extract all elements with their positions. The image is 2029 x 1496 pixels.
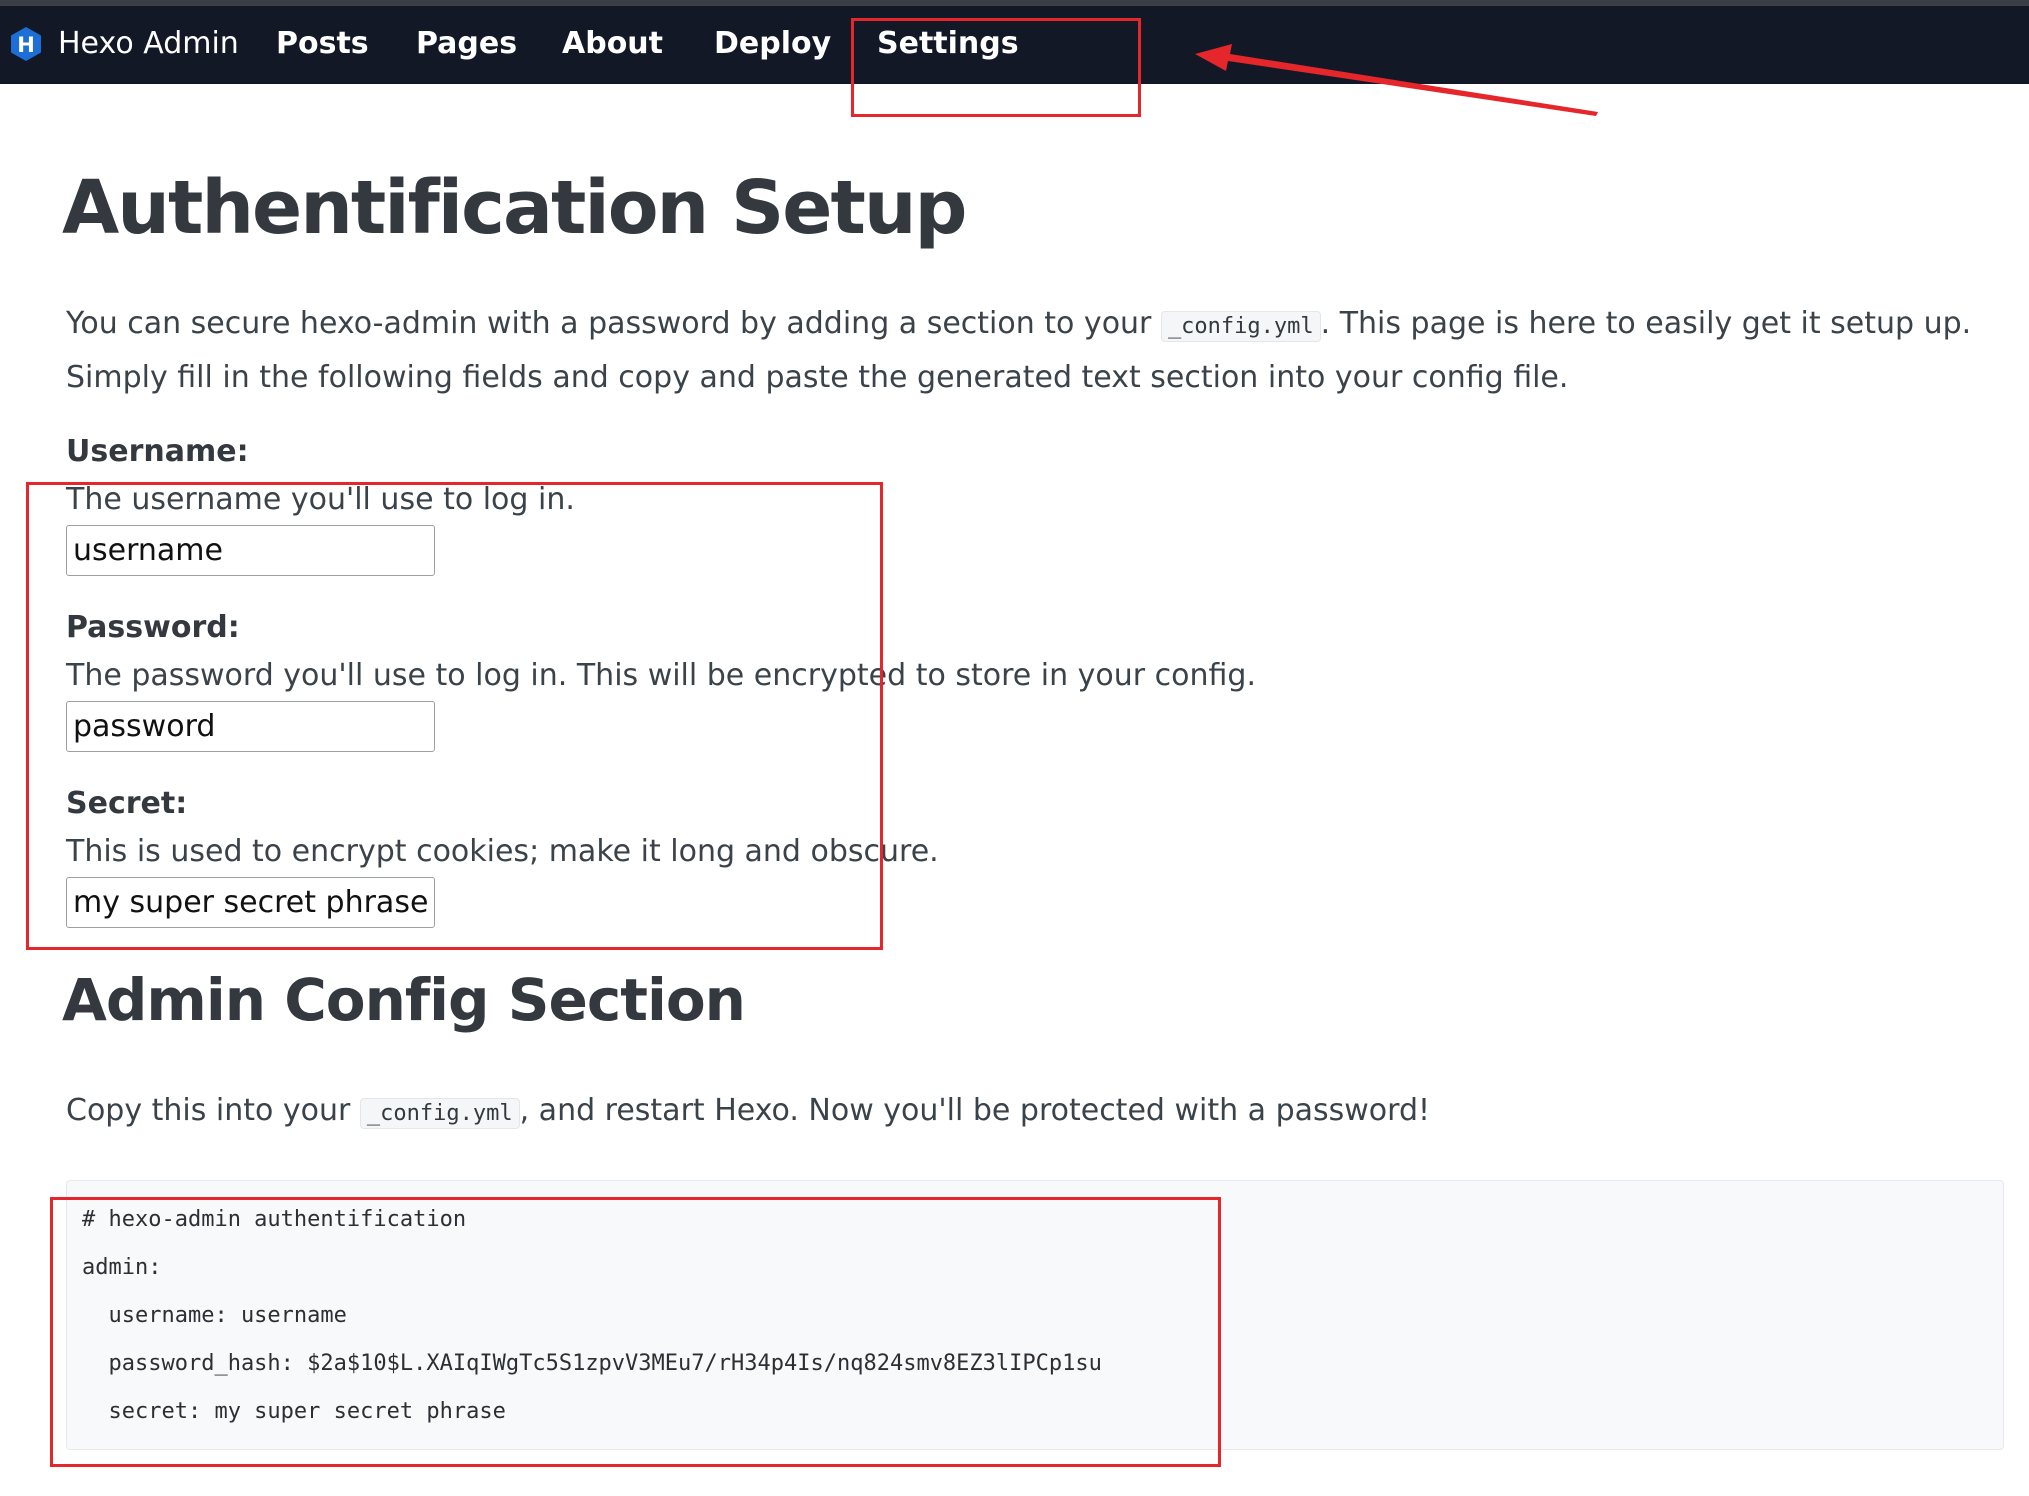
config-section-description: Copy this into your _config.yml, and res…: [66, 1085, 2010, 1139]
code-line: username: username: [82, 1303, 347, 1328]
secret-input[interactable]: [66, 877, 435, 928]
nav-settings[interactable]: Settings: [877, 24, 1019, 64]
nav-deploy[interactable]: Deploy: [714, 24, 831, 64]
secret-label: Secret:: [66, 786, 188, 821]
nav-pages[interactable]: Pages: [416, 24, 517, 64]
code-line: password_hash: $2a$10$L.XAIqIWgTc5S1zpvV…: [82, 1351, 1102, 1376]
hexo-logo-letter: H: [17, 33, 35, 57]
page-title: Authentification Setup: [62, 165, 968, 251]
code-line: admin:: [82, 1255, 162, 1280]
config-desc-end: , and restart Hexo. Now you'll be protec…: [519, 1093, 1431, 1128]
password-input[interactable]: [66, 701, 435, 752]
code-line: secret: my super secret phrase: [82, 1399, 506, 1424]
password-label: Password:: [66, 610, 240, 645]
brand-label[interactable]: Hexo Admin: [58, 26, 239, 62]
brand[interactable]: H Hexo Admin: [8, 24, 239, 64]
config-desc-code: _config.yml: [359, 1098, 520, 1129]
config-file-code: _config.yml: [1160, 311, 1321, 342]
username-input[interactable]: [66, 525, 435, 576]
hexo-logo-icon: H: [11, 27, 41, 61]
username-help: The username you'll use to log in.: [66, 482, 575, 517]
hexo-admin-settings-page: H Hexo Admin Posts Pages About Deploy Se…: [0, 0, 2029, 1496]
secret-help: This is used to encrypt cookies; make it…: [66, 834, 939, 869]
intro-text-start: You can secure hexo-admin with a passwor…: [66, 306, 1161, 341]
nav-posts[interactable]: Posts: [276, 24, 369, 64]
top-navbar: H Hexo Admin Posts Pages About Deploy Se…: [0, 6, 2029, 84]
username-label: Username:: [66, 434, 249, 469]
config-section-title: Admin Config Section: [62, 966, 746, 1034]
intro-paragraph: You can secure hexo-admin with a passwor…: [66, 298, 2010, 403]
config-desc-start: Copy this into your: [66, 1093, 360, 1128]
code-line: # hexo-admin authentification: [82, 1207, 467, 1232]
password-help: The password you'll use to log in. This …: [66, 658, 1256, 693]
nav-about[interactable]: About: [562, 24, 663, 64]
